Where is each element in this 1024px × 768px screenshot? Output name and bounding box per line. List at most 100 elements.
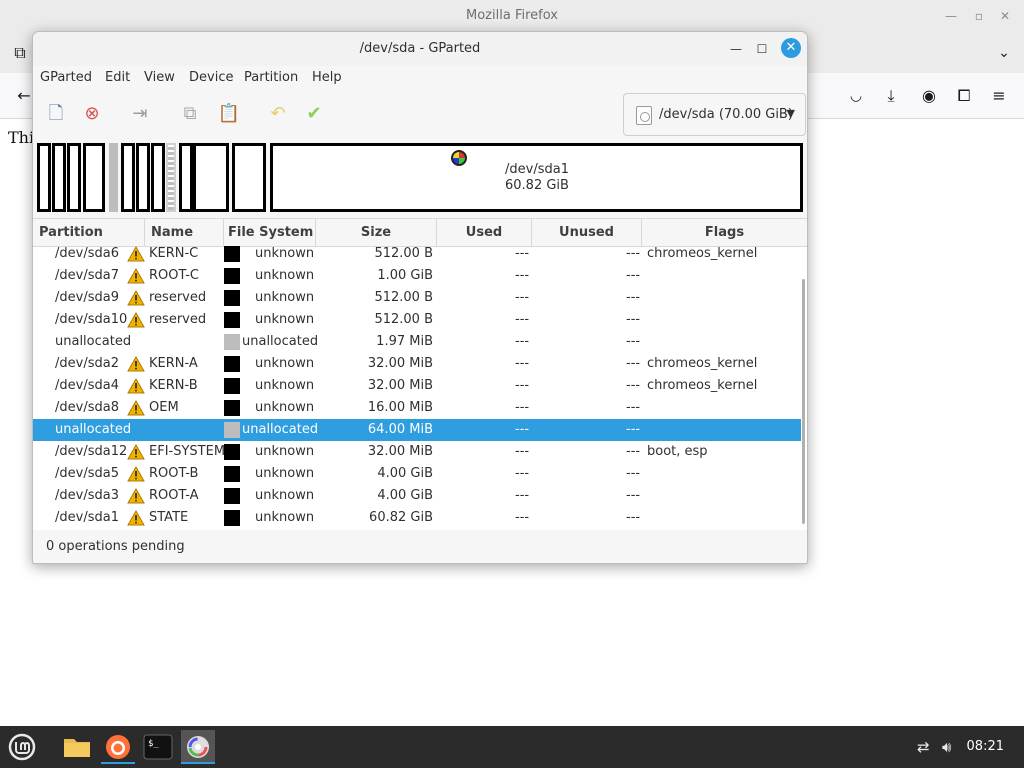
delete-icon[interactable]: ⊗	[79, 101, 105, 127]
filesystem-color-swatch	[224, 290, 240, 306]
filesystem-type: unallocated	[242, 334, 319, 349]
warning-icon	[127, 399, 145, 416]
resize-move-icon[interactable]: ⇥	[127, 101, 153, 127]
list-all-tabs-icon[interactable]: ⌄	[994, 43, 1014, 63]
menu-icon[interactable]: ≡	[989, 86, 1009, 106]
filesystem-color-swatch	[224, 510, 240, 526]
warning-icon	[127, 443, 145, 460]
maximize-icon[interactable]: ☐	[753, 40, 771, 58]
filesystem-type: unknown	[255, 378, 315, 393]
partition-path: unallocated	[55, 422, 132, 437]
extensions-icon[interactable]: ⧠	[954, 86, 974, 106]
minimize-icon[interactable]: —	[727, 40, 745, 58]
close-icon[interactable]: ✕	[998, 9, 1012, 23]
partition-name: KERN-A	[149, 356, 198, 371]
table-row[interactable]: /dev/sda12 EFI-SYSTEM unknown 32.00 MiB --- -…	[33, 441, 801, 463]
menu-view[interactable]: View	[144, 70, 175, 85]
table-row[interactable]: unallocated unallocated 64.00 MiB --- ---	[33, 419, 801, 441]
active-indicator	[181, 762, 215, 764]
table-row[interactable]: /dev/sda6 KERN-C unknown 512.00 B --- --- chro…	[33, 243, 801, 265]
partition-size: 4.00 GiB	[377, 466, 433, 481]
page-content-text: Thi	[8, 128, 35, 147]
partition-path: /dev/sda10	[55, 312, 128, 327]
volume-icon[interactable]: 🔊︎	[942, 738, 951, 756]
gparted-taskbar-icon[interactable]	[181, 730, 215, 764]
table-row[interactable]: /dev/sda5 ROOT-B unknown 4.00 GiB --- ---	[33, 463, 801, 485]
clock[interactable]: 08:21	[967, 739, 1004, 754]
disk-segment[interactable]	[179, 143, 193, 212]
taskbar: $_ ⇄ 🔊︎ 08:21	[0, 726, 1024, 768]
gparted-titlebar: /dev/sda - GParted — ☐ ✕	[33, 32, 807, 66]
partition-size: 512.00 B	[374, 312, 433, 327]
table-row[interactable]: unallocated unallocated 1.97 MiB --- ---	[33, 331, 801, 353]
account-icon[interactable]: ◉	[919, 86, 939, 106]
partition-used: ---	[515, 312, 530, 327]
partition-used: ---	[515, 246, 530, 261]
firefox-taskbar-icon[interactable]	[101, 730, 135, 764]
warning-icon	[127, 355, 145, 372]
menu-gparted[interactable]: GParted	[40, 70, 92, 85]
disk-segment-name: /dev/sda1	[505, 162, 569, 177]
disk-segment[interactable]	[193, 143, 229, 212]
warning-icon	[127, 289, 145, 306]
gparted-window-title: /dev/sda - GParted	[359, 41, 481, 56]
table-row[interactable]: /dev/sda9 reserved unknown 512.00 B --- ---	[33, 287, 801, 309]
filesystem-color-swatch	[224, 334, 240, 350]
menu-help[interactable]: Help	[312, 70, 342, 85]
paste-icon[interactable]: 📋	[216, 101, 242, 127]
filesystem-type: unknown	[255, 356, 315, 371]
download-icon[interactable]: ⤓	[881, 86, 901, 106]
partition-used: ---	[515, 422, 530, 437]
disk-segment-sda1[interactable]: /dev/sda1 60.82 GiB	[270, 143, 803, 212]
disk-segment[interactable]	[37, 143, 51, 212]
filesystem-color-swatch	[224, 466, 240, 482]
partition-size: 32.00 MiB	[367, 444, 433, 459]
disk-segment[interactable]	[121, 143, 135, 212]
table-row[interactable]: /dev/sda3 ROOT-A unknown 4.00 GiB --- ---	[33, 485, 801, 507]
menu-device[interactable]: Device	[189, 70, 233, 85]
table-row[interactable]: /dev/sda7 ROOT-C unknown 1.00 GiB --- ---	[33, 265, 801, 287]
partition-size: 16.00 MiB	[367, 400, 433, 415]
partition-unused: ---	[626, 444, 641, 459]
disk-segment[interactable]	[232, 143, 266, 212]
close-icon[interactable]: ✕	[781, 38, 801, 58]
minimize-icon[interactable]: —	[944, 9, 958, 23]
disk-segment[interactable]	[83, 143, 105, 212]
copy-icon[interactable]: ⧉	[177, 101, 203, 127]
disk-segment[interactable]	[151, 143, 165, 212]
maximize-icon[interactable]: ▫	[972, 9, 986, 23]
table-row[interactable]: /dev/sda1 STATE unknown 60.82 GiB --- ---	[33, 507, 801, 529]
table-row[interactable]: /dev/sda8 OEM unknown 16.00 MiB --- ---	[33, 397, 801, 419]
back-arrow-icon[interactable]: ←	[14, 86, 34, 106]
scrollbar[interactable]	[802, 279, 805, 524]
warning-icon	[127, 311, 145, 328]
new-partition-icon[interactable]: 🗋	[43, 101, 69, 127]
disk-segment[interactable]	[52, 143, 66, 212]
disk-segment-unallocated[interactable]	[109, 143, 118, 212]
table-row[interactable]: /dev/sda10 reserved unknown 512.00 B --- ---	[33, 309, 801, 331]
apply-icon[interactable]: ✔	[301, 101, 327, 127]
files-icon[interactable]	[60, 730, 94, 764]
filesystem-color-swatch	[224, 268, 240, 284]
partition-unused: ---	[626, 246, 641, 261]
disk-segment[interactable]	[136, 143, 150, 212]
disk-map: /dev/sda1 60.82 GiB	[37, 142, 805, 214]
tab-list-icon[interactable]: ⧉	[10, 43, 30, 63]
table-row[interactable]: /dev/sda4 KERN-B unknown 32.00 MiB --- --- chr…	[33, 375, 801, 397]
terminal-icon[interactable]: $_	[141, 730, 175, 764]
filesystem-type: unknown	[255, 488, 315, 503]
partition-unused: ---	[626, 378, 641, 393]
menu-partition[interactable]: Partition	[244, 70, 298, 85]
device-selector[interactable]: /dev/sda (70.00 GiB) ▼	[623, 93, 806, 136]
partition-name: ROOT-C	[149, 268, 200, 283]
filesystem-color-swatch	[224, 246, 240, 262]
disk-segment-unallocated[interactable]	[166, 143, 176, 212]
partition-name: STATE	[149, 510, 189, 525]
pocket-icon[interactable]: ◡	[846, 86, 866, 106]
disk-segment[interactable]	[67, 143, 81, 212]
menu-edit[interactable]: Edit	[105, 70, 130, 85]
mint-menu-icon[interactable]	[5, 730, 39, 764]
network-disconnected-icon[interactable]: ⇄	[917, 738, 930, 756]
undo-icon[interactable]: ↶	[265, 101, 291, 127]
table-row[interactable]: /dev/sda2 KERN-A unknown 32.00 MiB --- --- chr…	[33, 353, 801, 375]
